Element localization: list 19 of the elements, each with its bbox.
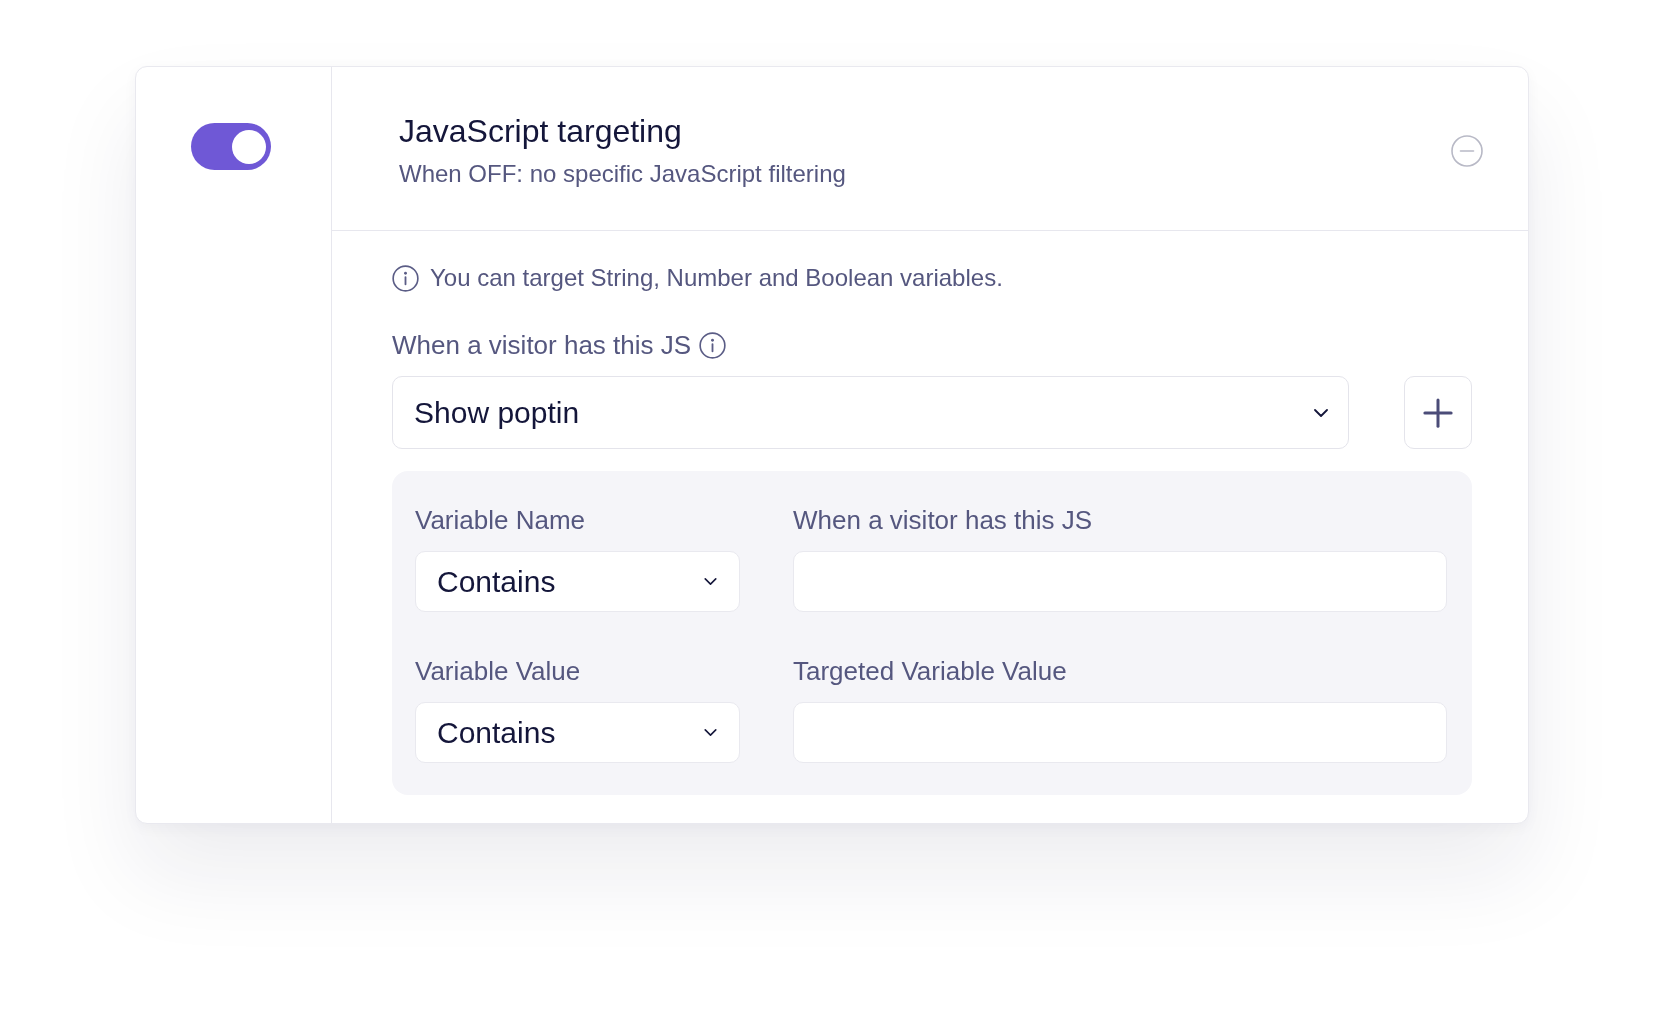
chevron-down-icon [704,578,717,585]
operator-select[interactable]: Contains [415,551,740,612]
operator-select[interactable]: Contains [415,702,740,763]
chevron-down-icon [1314,408,1328,417]
toggle-switch[interactable] [191,123,271,170]
plus-icon [1423,397,1453,428]
info-icon[interactable] [699,331,727,359]
js-select[interactable]: Show poptin [392,376,1349,449]
field-label: When a visitor has this JS [793,504,1094,536]
info-icon [392,264,419,292]
field-label: Variable Value [415,655,582,687]
section-title: JavaScript targeting [399,112,683,151]
field-label: Targeted Variable Value [793,655,1068,687]
add-button[interactable] [1404,376,1472,449]
field-label: Variable Name [415,504,587,536]
chevron-down-icon [704,729,717,736]
section-subtitle: When OFF: no specific JavaScript filtering [399,159,846,189]
info-note: You can target String, Number and Boolean variables. [430,263,1003,293]
field-label: When a visitor has this JS [392,329,692,361]
